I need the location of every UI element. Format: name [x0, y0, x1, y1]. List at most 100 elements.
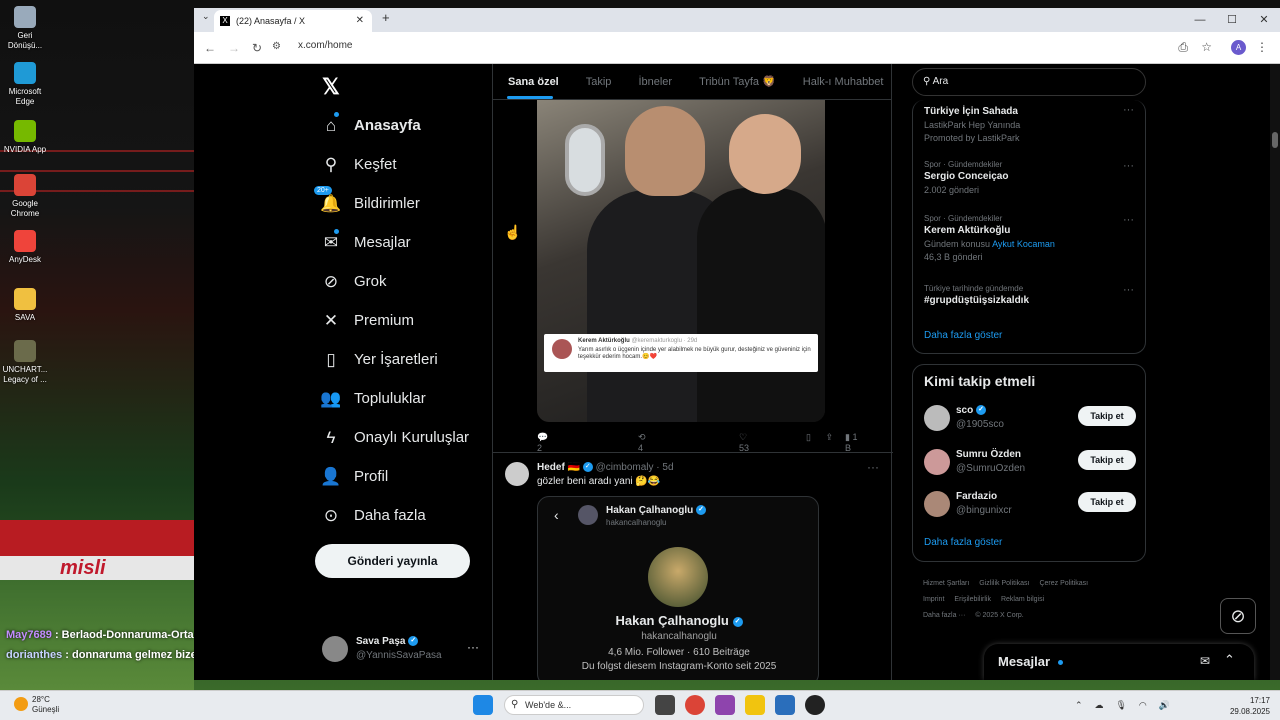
more-icon[interactable]: ···	[1123, 160, 1134, 172]
profile-avatar[interactable]: A	[1231, 40, 1246, 55]
nav-item-profile[interactable]: 👤 Profil	[320, 457, 469, 496]
start-icon[interactable]	[473, 695, 493, 715]
desktop-icon[interactable]: SAVA	[2, 288, 48, 323]
store-icon[interactable]	[775, 695, 795, 715]
reload-icon[interactable]: ↻	[252, 41, 262, 55]
trend-item[interactable]: Spor · Gündemdekiler Kerem Aktürkoğlu Günd…	[924, 214, 1134, 262]
footer-link[interactable]: Hizmet Şartları	[923, 580, 969, 587]
nav-item-more-circle[interactable]: ⊙ Daha fazla	[320, 496, 469, 535]
desktop-icon[interactable]: Geri Dönüşü...	[2, 6, 48, 51]
onedrive-icon[interactable]: ☁	[1094, 700, 1103, 711]
close-tab-icon[interactable]: ✕	[356, 10, 364, 32]
search-input[interactable]: ⚲ Ara	[912, 68, 1146, 96]
scrollbar[interactable]	[1270, 64, 1280, 680]
scrollbar-thumb[interactable]	[1272, 132, 1278, 148]
post-image[interactable]: ‹ Hakan Çalhanoglu ✓ hakancalhanoglu Hak…	[537, 496, 819, 680]
volume-icon[interactable]: 🔊	[1159, 700, 1170, 711]
url-input[interactable]: x.com/home	[298, 40, 352, 51]
file-explorer-icon[interactable]	[745, 695, 765, 715]
author-handle[interactable]: @cimbomaly · 5d	[596, 462, 674, 473]
task-view-icon[interactable]	[655, 695, 675, 715]
more-icon[interactable]: ···	[467, 640, 479, 654]
menu-icon[interactable]: ⋮	[1256, 40, 1268, 54]
forward-icon[interactable]: →	[228, 41, 240, 55]
tab-4[interactable]: Halk-ı Muhabbet	[803, 76, 884, 88]
footer-link[interactable]: Reklam bilgisi	[1001, 596, 1044, 603]
nav-item-home[interactable]: ⌂ Anasayfa	[320, 106, 469, 145]
nav-item-bell[interactable]: 🔔 20+ Bildirimler	[314, 184, 469, 223]
game-app-icon[interactable]	[805, 695, 825, 715]
browser-tab[interactable]: X (22) Anasayfa / X ✕	[214, 10, 372, 32]
tab-search-icon[interactable]: ⌄	[202, 11, 210, 22]
footer-link[interactable]: Imprint	[923, 596, 944, 603]
nav-item-communities[interactable]: 👥 Topluluklar	[320, 379, 469, 418]
install-icon[interactable]: ⎙	[1178, 40, 1188, 55]
nav-item-mail[interactable]: ✉ Mesajlar	[320, 223, 469, 262]
tab-3[interactable]: Tribün Tayfa 🦁	[699, 75, 776, 88]
more-icon[interactable]: ···	[1123, 214, 1134, 226]
minimize-icon[interactable]: —	[1184, 8, 1216, 32]
clock[interactable]: 17:17 29.08.2025	[1230, 695, 1270, 717]
post-image[interactable]: Kerem Aktürkoğlu @keremakturkoglu · 29d …	[537, 100, 825, 422]
footer-link[interactable]: Gizlilik Politikası	[979, 580, 1029, 587]
messages-drawer[interactable]: Mesajlar ✉ ⌃	[984, 644, 1254, 680]
tab-1[interactable]: Takip	[586, 76, 612, 88]
grok-icon[interactable]: ⊘	[1220, 598, 1256, 634]
new-message-icon[interactable]: ✉	[1200, 654, 1210, 668]
trend-item[interactable]: Spor · Gündemdekiler Sergio Conceiçao 2.00…	[924, 160, 1134, 195]
weather-widget[interactable]: 28°C Güneşli	[14, 695, 59, 715]
more-icon[interactable]: ···	[867, 460, 879, 474]
nav-item-search[interactable]: ⚲ Keşfet	[320, 145, 469, 184]
who-show-more-link[interactable]: Daha fazla göster	[924, 537, 1002, 548]
desktop-icon[interactable]: UNCHART... Legacy of ...	[2, 340, 48, 385]
wifi-icon[interactable]: ◠	[1139, 700, 1147, 711]
follow-button[interactable]: Takip et	[1078, 406, 1136, 426]
nav-item-lightning[interactable]: ϟ Onaylı Kuruluşlar	[320, 418, 470, 457]
copilot-icon[interactable]	[715, 695, 735, 715]
tab-2[interactable]: İbneler	[638, 76, 672, 88]
taskbar-search[interactable]: ⚲ Web'de &...	[504, 695, 644, 715]
back-icon[interactable]: ←	[204, 41, 216, 55]
repost-button[interactable]: ⟲ 4	[638, 432, 691, 453]
like-button[interactable]: ♡ 53	[739, 432, 797, 453]
follow-suggestion[interactable]: Sumru Özden @SumruOzden Takip et	[924, 447, 1136, 477]
desktop-icon[interactable]: Microsoft Edge	[2, 62, 48, 107]
close-window-icon[interactable]: ✕	[1248, 8, 1280, 32]
footer-link[interactable]: © 2025 X Corp.	[975, 612, 1023, 619]
avatar[interactable]	[505, 462, 529, 486]
bookmark-icon[interactable]: ▯	[806, 432, 811, 442]
trend-link[interactable]: Aykut Kocaman	[992, 239, 1055, 249]
reply-button[interactable]: 💬 2	[537, 432, 590, 453]
follow-suggestion[interactable]: Fardazio @bingunixcr Takip et	[924, 489, 1136, 519]
maximize-icon[interactable]: ☐	[1216, 8, 1248, 32]
more-icon[interactable]: ···	[1123, 284, 1134, 296]
desktop-icon[interactable]: NVIDIA App	[2, 120, 48, 155]
desktop-icon[interactable]: AnyDesk	[2, 230, 48, 265]
follow-button[interactable]: Takip et	[1078, 450, 1136, 470]
follow-button[interactable]: Takip et	[1078, 492, 1136, 512]
star-icon[interactable]: ☆	[1201, 40, 1212, 54]
nav-item-bookmark[interactable]: ▯ Yer İşaretleri	[320, 340, 469, 379]
chrome-icon[interactable]	[685, 695, 705, 715]
account-switcher[interactable]: Sava Paşa ✓ @YannisSavaPasa ···	[322, 634, 487, 664]
footer-link[interactable]: Daha fazla ···	[923, 612, 965, 619]
expand-icon[interactable]: ⌃	[1224, 652, 1235, 668]
views-button[interactable]: ▮ 1 B	[845, 432, 899, 453]
follow-suggestion[interactable]: sco ✓ @1905sco Takip et	[924, 403, 1136, 433]
trend-item[interactable]: Türkiye tarihinde gündemde #grupdüştüişsi…	[924, 284, 1134, 306]
x-logo-icon[interactable]: 𝕏	[322, 74, 340, 100]
footer-link[interactable]: Erişilebilirlik	[954, 596, 991, 603]
trends-show-more-link[interactable]: Daha fazla göster	[924, 330, 1002, 341]
tab-0[interactable]: Sana özel	[508, 76, 559, 88]
post-button[interactable]: Gönderi yayınla	[315, 544, 470, 578]
trend-item[interactable]: Türkiye İçin Sahada LastikPark Hep Yanınd…	[924, 104, 1134, 143]
nav-item-x[interactable]: ✕ Premium	[320, 301, 469, 340]
author-name[interactable]: Hedef 🇩🇪	[537, 462, 580, 473]
nav-item-grok[interactable]: ⊘ Grok	[320, 262, 469, 301]
microphone-icon[interactable]: 🎙	[1115, 700, 1126, 711]
share-icon[interactable]: ⇪	[825, 432, 833, 442]
footer-link[interactable]: Çerez Politikası	[1039, 580, 1088, 587]
desktop-icon[interactable]: Google Chrome	[2, 174, 48, 219]
chevron-up-icon[interactable]: ⌃	[1075, 700, 1083, 711]
more-icon[interactable]: ···	[1123, 104, 1134, 116]
